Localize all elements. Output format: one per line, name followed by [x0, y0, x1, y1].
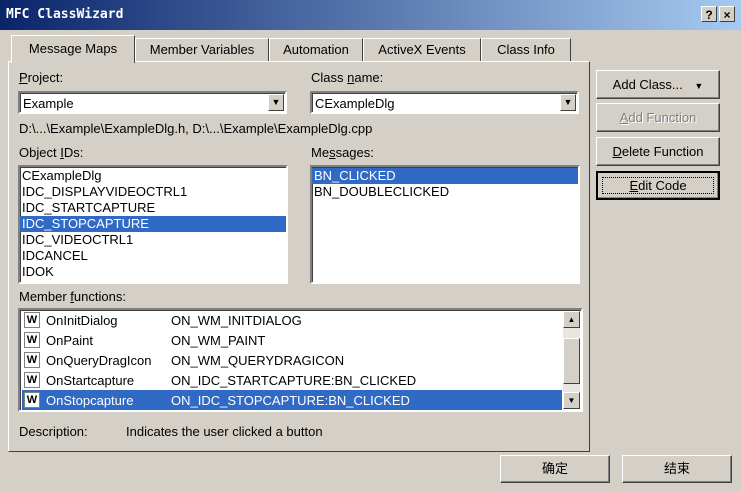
tab-member-variables[interactable]: Member Variables [135, 38, 269, 61]
scroll-up-icon[interactable]: ▲ [563, 311, 580, 328]
object-id-item[interactable]: IDOK [20, 264, 286, 280]
message-item[interactable]: BN_DOUBLECLICKED [312, 184, 578, 200]
ok-button[interactable]: 确定 [500, 455, 610, 483]
add-function-button[interactable]: Add Function [596, 103, 720, 132]
object-ids-label: Object IDs: [19, 145, 84, 160]
tab-message-maps[interactable]: Message Maps [11, 35, 135, 63]
delete-function-button[interactable]: Delete Function [596, 137, 720, 166]
tab-automation[interactable]: Automation [269, 38, 363, 61]
function-message: ON_WM_INITDIALOG [171, 313, 302, 328]
member-function-row[interactable]: W OnStartcapture ON_IDC_STARTCAPTURE:BN_… [22, 370, 562, 390]
function-message: ON_IDC_STARTCAPTURE:BN_CLICKED [171, 373, 417, 388]
scroll-down-icon[interactable]: ▼ [563, 392, 580, 409]
function-name: OnInitDialog [46, 313, 118, 328]
scroll-thumb[interactable] [563, 338, 580, 384]
dropdown-arrow-icon: ▼ [694, 81, 704, 91]
wm-message-icon: W [24, 392, 40, 408]
member-functions-list[interactable]: W OnInitDialog ON_WM_INITDIALOG W OnPain… [18, 308, 583, 412]
message-item-selected[interactable]: BN_CLICKED [312, 168, 578, 184]
function-name: OnPaint [46, 333, 93, 348]
wm-message-icon: W [24, 352, 40, 368]
project-dropdown-icon[interactable]: ▼ [268, 94, 284, 111]
member-functions-label: Member functions: [19, 289, 126, 304]
cancel-button[interactable]: 结束 [622, 455, 732, 483]
object-id-item-selected[interactable]: IDC_STOPCAPTURE [20, 216, 286, 232]
add-class-button[interactable]: Add Class... ▼ [596, 70, 720, 99]
wm-message-icon: W [24, 332, 40, 348]
project-label: Project: [19, 70, 64, 85]
function-name: OnQueryDragIcon [46, 353, 152, 368]
class-name-dropdown-icon[interactable]: ▼ [560, 94, 576, 111]
member-functions-scrollbar[interactable]: ▲ ▼ [563, 311, 580, 409]
focus-rectangle [602, 177, 714, 194]
messages-label: Messages: [311, 145, 374, 160]
add-class-label: Add Class... [612, 77, 683, 92]
function-message: ON_WM_PAINT [171, 333, 266, 348]
member-function-row[interactable]: W OnInitDialog ON_WM_INITDIALOG [22, 310, 562, 330]
function-name: OnStopcapture [46, 393, 134, 408]
class-name-label: Class name: [311, 70, 384, 85]
edit-code-button[interactable]: Edit Code [596, 171, 720, 200]
function-message: ON_IDC_STOPCAPTURE:BN_CLICKED [171, 393, 410, 408]
wm-message-icon: W [24, 372, 40, 388]
wm-message-icon: W [24, 312, 40, 328]
object-id-item[interactable]: CExampleDlg [20, 168, 286, 184]
project-combo[interactable]: Example ▼ [18, 91, 287, 114]
member-function-row[interactable]: W OnPaint ON_WM_PAINT [22, 330, 562, 350]
title-bar[interactable]: MFC ClassWizard ? × [0, 0, 741, 30]
object-id-item[interactable]: IDCANCEL [20, 248, 286, 264]
file-path: D:\...\Example\ExampleDlg.h, D:\...\Exam… [19, 121, 373, 136]
member-function-row-selected[interactable]: W OnStopcapture ON_IDC_STOPCAPTURE:BN_CL… [22, 390, 562, 410]
description-label: Description: [19, 424, 88, 439]
object-id-item[interactable]: IDC_DISPLAYVIDEOCTRL1 [20, 184, 286, 200]
close-button[interactable]: × [719, 6, 735, 22]
window-title: MFC ClassWizard [6, 7, 124, 22]
tab-activex-events[interactable]: ActiveX Events [363, 38, 481, 61]
object-ids-list[interactable]: CExampleDlg IDC_DISPLAYVIDEOCTRL1 IDC_ST… [18, 165, 288, 284]
description-text: Indicates the user clicked a button [126, 424, 323, 439]
class-name-value: CExampleDlg [315, 96, 395, 111]
class-name-combo[interactable]: CExampleDlg ▼ [310, 91, 579, 114]
messages-list[interactable]: BN_CLICKED BN_DOUBLECLICKED [310, 165, 580, 284]
tab-class-info[interactable]: Class Info [481, 38, 571, 61]
help-button[interactable]: ? [701, 6, 717, 22]
member-function-row[interactable]: W OnQueryDragIcon ON_WM_QUERYDRAGICON [22, 350, 562, 370]
object-id-item[interactable]: IDC_VIDEOCTRL1 [20, 232, 286, 248]
project-value: Example [23, 96, 74, 111]
function-name: OnStartcapture [46, 373, 135, 388]
object-id-item[interactable]: IDC_STARTCAPTURE [20, 200, 286, 216]
function-message: ON_WM_QUERYDRAGICON [171, 353, 345, 368]
